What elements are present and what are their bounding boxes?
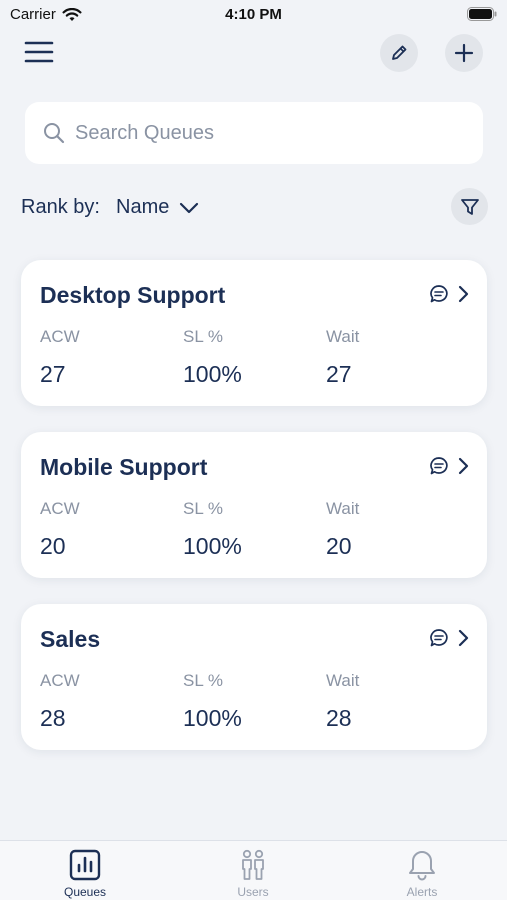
sl-value: 100% — [183, 361, 242, 387]
chevron-down-icon — [180, 202, 199, 213]
acw-metric: ACW 20 — [40, 499, 80, 560]
queue-actions — [429, 628, 469, 648]
acw-label: ACW — [40, 327, 80, 346]
battery-icon — [467, 7, 497, 21]
sl-value: 100% — [183, 705, 242, 731]
tab-label: Alerts — [406, 885, 438, 899]
pencil-icon — [392, 45, 407, 60]
toolbar — [0, 33, 507, 73]
acw-value: 28 — [40, 705, 66, 731]
wait-value: 20 — [326, 533, 352, 559]
sl-value: 100% — [183, 533, 242, 559]
rank-row: Rank by: Name — [21, 188, 491, 225]
wait-label: Wait — [326, 671, 360, 690]
acw-label: ACW — [40, 671, 80, 690]
sl-metric: SL % 100% — [183, 327, 242, 388]
queue-card[interactable]: Mobile Support ACW 20 SL % 100% Wait 20 — [21, 432, 487, 578]
wait-label: Wait — [326, 499, 360, 518]
users-icon — [242, 849, 264, 880]
queue-card[interactable]: Desktop Support ACW 27 SL % 100% Wait 27 — [21, 260, 487, 406]
chat-icon[interactable] — [429, 456, 449, 476]
tab-label: Users — [237, 885, 269, 899]
edit-button[interactable] — [380, 34, 418, 72]
tab-queues[interactable]: Queues — [25, 849, 145, 899]
wait-metric: Wait 20 — [326, 499, 359, 560]
chevron-right-icon[interactable] — [457, 285, 469, 303]
bell-icon — [409, 851, 435, 881]
queue-card[interactable]: Sales ACW 28 SL % 100% Wait 28 — [21, 604, 487, 750]
acw-value: 27 — [40, 361, 66, 387]
rank-by-value: Name — [116, 196, 170, 218]
tab-users[interactable]: Users — [193, 849, 313, 899]
sl-label: SL % — [183, 671, 224, 690]
acw-metric: ACW 27 — [40, 327, 80, 388]
menu-button[interactable] — [24, 39, 54, 65]
sl-metric: SL % 100% — [183, 499, 242, 560]
queue-actions — [429, 456, 469, 476]
queue-actions — [429, 284, 469, 304]
add-button[interactable] — [445, 34, 483, 72]
filter-icon — [460, 198, 479, 215]
search-icon — [44, 123, 65, 144]
sl-label: SL % — [183, 499, 224, 518]
queue-name: Sales — [40, 626, 101, 652]
sl-metric: SL % 100% — [183, 671, 242, 732]
wait-label: Wait — [326, 327, 360, 346]
tab-bar: Queues Users Alerts — [0, 840, 507, 900]
plus-icon — [454, 43, 474, 63]
queue-name: Desktop Support — [40, 282, 226, 308]
hamburger-icon — [24, 41, 54, 63]
rank-by-label: Rank by: — [21, 196, 100, 218]
rank-by-select[interactable]: Name — [116, 196, 199, 219]
wait-metric: Wait 27 — [326, 327, 359, 388]
chevron-right-icon[interactable] — [457, 629, 469, 647]
search-bar — [25, 102, 483, 164]
status-bar: Carrier 4:10 PM — [0, 0, 507, 28]
tab-alerts[interactable]: Alerts — [362, 849, 482, 899]
search-input[interactable] — [75, 121, 455, 145]
wait-value: 28 — [326, 705, 352, 731]
wait-value: 27 — [326, 361, 352, 387]
queue-name: Mobile Support — [40, 454, 208, 480]
sl-label: SL % — [183, 327, 224, 346]
wait-metric: Wait 28 — [326, 671, 359, 732]
bar-chart-icon — [69, 849, 101, 881]
chat-icon[interactable] — [429, 284, 449, 304]
clock: 4:10 PM — [225, 6, 282, 23]
filter-button[interactable] — [451, 188, 488, 225]
acw-label: ACW — [40, 499, 80, 518]
chevron-right-icon[interactable] — [457, 457, 469, 475]
chat-icon[interactable] — [429, 628, 449, 648]
acw-metric: ACW 28 — [40, 671, 80, 732]
tab-label: Queues — [63, 885, 107, 899]
acw-value: 20 — [40, 533, 66, 559]
